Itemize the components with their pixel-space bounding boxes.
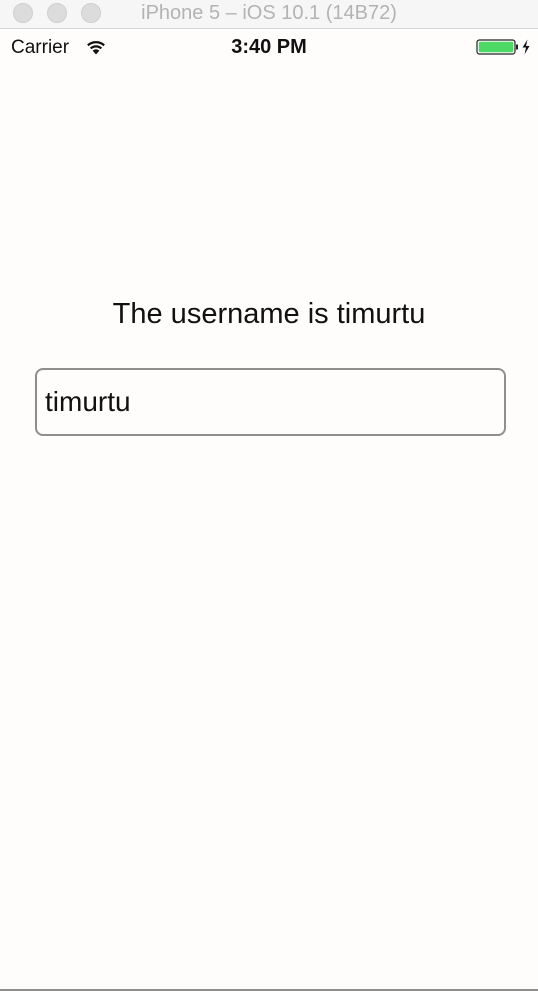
window-title-text: iPhone 5 – iOS 10.1 (14B72) (141, 2, 397, 24)
status-time: 3:40 PM (231, 36, 307, 58)
username-input[interactable] (35, 368, 506, 436)
battery-charging-icon (476, 39, 530, 55)
window-title: iPhone 5 – iOS 10.1 (14B72) (0, 2, 538, 25)
simulator-window: iPhone 5 – iOS 10.1 (14B72) Carrier 3:40… (0, 0, 538, 991)
window-titlebar: iPhone 5 – iOS 10.1 (14B72) (0, 0, 538, 29)
username-label: The username is timurtu (112, 298, 426, 330)
ios-status-bar: Carrier 3:40 PM (0, 30, 538, 64)
